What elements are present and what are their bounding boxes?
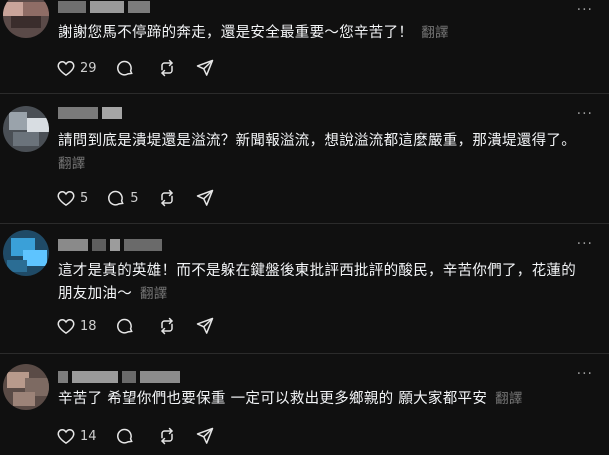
comment-post: ··· 請問到底是潰堤還是溢流？新聞報溢流，想說溢流都這麼嚴重，那潰堤還得了。翻… [0,94,609,224]
comment-text: 請問到底是潰堤還是溢流？新聞報溢流，想說溢流都這麼嚴重，那潰堤還得了。 翻譯 [58,130,588,176]
send-icon [196,59,213,76]
like-count: 29 [80,60,97,76]
username-blurred[interactable] [58,106,122,120]
reply-button[interactable] [115,316,139,336]
action-bar: 18 [56,314,233,338]
action-bar: 5 5 [56,186,233,210]
send-icon [196,189,213,206]
share-button[interactable] [195,58,215,78]
repost-icon [160,59,173,77]
reply-count: 5 [130,190,139,206]
like-button[interactable]: 14 [56,426,97,446]
avatar[interactable] [3,106,49,152]
translate-link[interactable]: 翻譯 [140,286,168,302]
comment-body: 請問到底是潰堤還是溢流？新聞報溢流，想說溢流都這麼嚴重，那潰堤還得了。 [58,133,576,149]
heart-icon [57,60,75,76]
heart-icon [57,190,75,206]
share-button[interactable] [195,188,215,208]
username-blurred[interactable] [58,238,162,252]
reply-button[interactable]: 5 [106,188,139,208]
like-count: 14 [80,428,97,444]
comment-icon [116,60,133,76]
like-button[interactable]: 5 [56,188,88,208]
comment-post: ··· 這才是真的英雄！而不是躲在鍵盤後東批評西批評的酸民，辛苦你們了，花蓮的朋… [0,224,609,354]
username-blurred[interactable] [58,0,150,14]
repost-button[interactable] [157,426,177,446]
translate-link[interactable]: 翻譯 [495,391,523,407]
repost-button[interactable] [157,188,177,208]
send-icon [196,317,213,334]
comment-body: 謝謝您馬不停蹄的奔走，還是安全最重要～您辛苦了！ [58,25,414,41]
comment-text: 謝謝您馬不停蹄的奔走，還是安全最重要～您辛苦了！ 翻譯 [58,22,588,45]
action-bar: 14 [56,424,233,448]
avatar[interactable] [3,0,49,38]
like-count: 5 [80,190,89,206]
like-button[interactable]: 29 [56,58,97,78]
comment-feed: ··· 謝謝您馬不停蹄的奔走，還是安全最重要～您辛苦了！ 翻譯 29 ··· 請… [0,0,609,455]
repost-icon [160,427,173,445]
more-options-button[interactable]: ··· [577,366,593,382]
more-options-button[interactable]: ··· [577,236,593,252]
repost-button[interactable] [157,58,177,78]
repost-button[interactable] [157,316,177,336]
comment-body: 這才是真的英雄！而不是躲在鍵盤後東批評西批評的酸民，辛苦你們了，花蓮的朋友加油～ [58,263,576,302]
reply-button[interactable] [115,426,139,446]
share-button[interactable] [195,316,215,336]
avatar[interactable] [3,230,49,276]
comment-text: 辛苦了 希望你們也要保重 一定可以救出更多鄉親的 願大家都平安 翻譯 [58,388,588,411]
more-options-button[interactable]: ··· [577,106,593,122]
translate-link[interactable]: 翻譯 [58,156,86,172]
repost-icon [160,317,173,335]
comment-icon [108,190,125,206]
reply-button[interactable] [115,58,139,78]
comment-post: ··· 辛苦了 希望你們也要保重 一定可以救出更多鄉親的 願大家都平安 翻譯 14 [0,354,609,455]
heart-icon [57,318,75,334]
avatar[interactable] [3,364,49,410]
like-count: 18 [80,318,97,334]
translate-link[interactable]: 翻譯 [421,25,449,41]
like-button[interactable]: 18 [56,316,97,336]
more-options-button[interactable]: ··· [577,2,593,18]
repost-icon [160,189,173,207]
comment-icon [116,318,133,334]
comment-body: 辛苦了 希望你們也要保重 一定可以救出更多鄉親的 願大家都平安 [58,391,488,407]
share-button[interactable] [195,426,215,446]
send-icon [196,427,213,444]
heart-icon [57,428,75,444]
username-blurred[interactable] [58,370,180,384]
comment-post: ··· 謝謝您馬不停蹄的奔走，還是安全最重要～您辛苦了！ 翻譯 29 [0,0,609,94]
comment-text: 這才是真的英雄！而不是躲在鍵盤後東批評西批評的酸民，辛苦你們了，花蓮的朋友加油～… [58,260,588,306]
action-bar: 29 [56,56,233,80]
comment-icon [116,428,133,444]
